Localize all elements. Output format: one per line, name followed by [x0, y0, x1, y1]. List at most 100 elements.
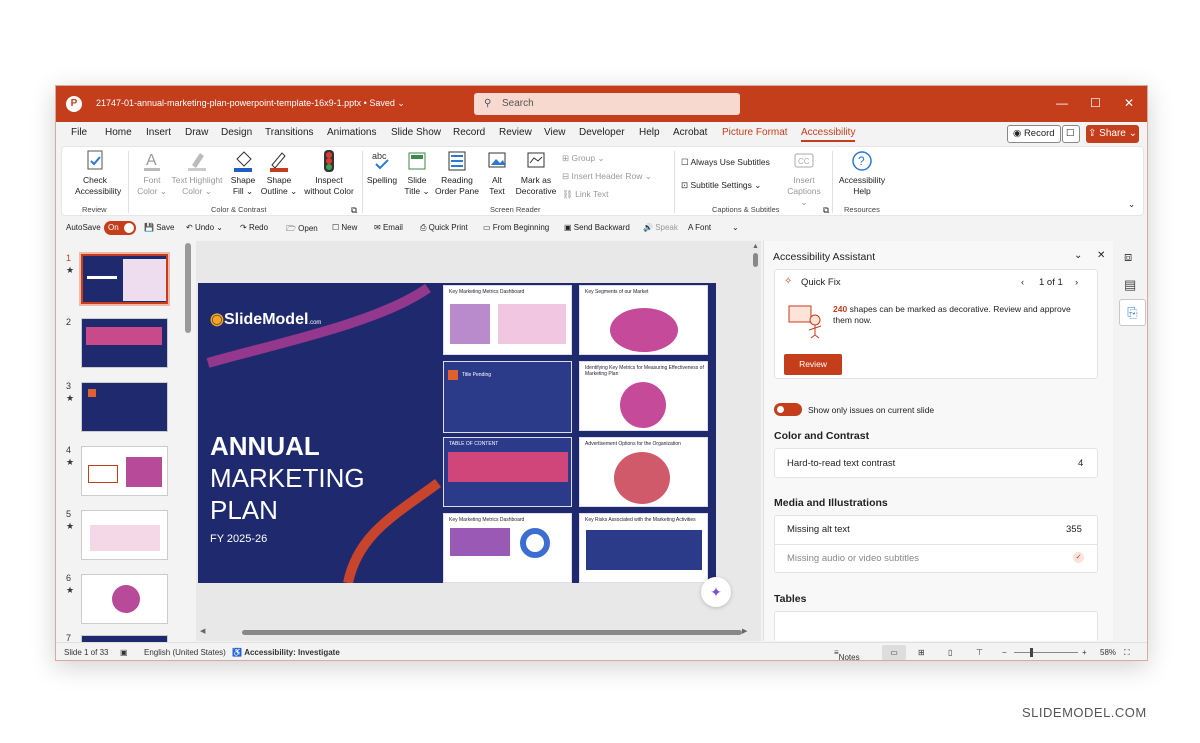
- open-button[interactable]: 🗁 Open: [286, 223, 318, 237]
- tab-file[interactable]: File: [71, 127, 87, 138]
- check-accessibility-button[interactable]: Check Accessibility: [75, 149, 121, 197]
- from-beginning-button[interactable]: ▭ From Beginning: [483, 223, 549, 232]
- slideshow-icon[interactable]: ⊤: [976, 648, 983, 657]
- tab-review[interactable]: Review: [499, 127, 532, 138]
- tab-slide-show[interactable]: Slide Show: [391, 127, 441, 138]
- designer-icon[interactable]: ⧈: [1124, 249, 1132, 265]
- scroll-up-icon[interactable]: ▲: [752, 243, 759, 250]
- tab-animations[interactable]: Animations: [327, 127, 376, 138]
- email-button[interactable]: ✉ Email: [374, 223, 403, 232]
- zoom-slider[interactable]: [1014, 648, 1078, 657]
- spelling-button[interactable]: abc Spelling: [364, 149, 400, 186]
- reading-view-icon[interactable]: ▯: [948, 648, 952, 657]
- slide[interactable]: ◉SlideModel.com ANNUAL MARKETING PLAN FY…: [198, 283, 716, 583]
- tab-home[interactable]: Home: [105, 127, 132, 138]
- insert-header-row-button[interactable]: ⊟ Insert Header Row ⌄: [562, 171, 652, 182]
- new-button[interactable]: ☐ New: [332, 223, 357, 232]
- mini-slide[interactable]: Key Marketing Metrics Dashboard: [443, 285, 572, 355]
- accessibility-status-button[interactable]: ♿ Accessibility: Investigate: [232, 648, 340, 657]
- mini-slide[interactable]: Key Segments of our Market: [579, 285, 708, 355]
- slide-thumbnail-1[interactable]: [79, 252, 170, 306]
- contrast-issue-row[interactable]: Hard-to-read text contrast 4: [774, 448, 1098, 478]
- mark-as-decorative-button[interactable]: Mark as Decorative: [513, 149, 559, 197]
- zoom-out-icon[interactable]: −: [1002, 648, 1007, 657]
- normal-view-icon[interactable]: ▭: [882, 645, 906, 660]
- close-window-icon[interactable]: ✕: [1124, 96, 1134, 110]
- mini-slide[interactable]: Key Marketing Metrics Dashboard: [443, 513, 572, 583]
- tab-picture-format[interactable]: Picture Format: [722, 127, 788, 138]
- scroll-left-icon[interactable]: ◀: [200, 627, 205, 635]
- missing-alt-text-row[interactable]: Missing alt text 355: [775, 516, 1097, 545]
- reading-order-pane-button[interactable]: Reading Order Pane: [434, 149, 480, 197]
- language-label[interactable]: English (United States): [144, 648, 226, 657]
- scroll-right-icon[interactable]: ▶: [742, 627, 747, 635]
- copilot-icon[interactable]: ✦: [701, 577, 731, 607]
- slide-title-button[interactable]: Slide Title ⌄: [400, 149, 434, 197]
- thumbnails-scrollbar[interactable]: [185, 243, 191, 333]
- pager-prev-icon[interactable]: ‹: [1021, 277, 1024, 288]
- tab-accessibility[interactable]: Accessibility: [801, 127, 856, 142]
- mini-slide[interactable]: TABLE OF CONTENT: [443, 437, 572, 507]
- notes-panel-icon[interactable]: ▤: [1124, 277, 1136, 293]
- minimize-icon[interactable]: —: [1056, 96, 1068, 110]
- pane-close-icon[interactable]: ✕: [1097, 250, 1105, 261]
- undo-button[interactable]: ↶ Undo ⌄: [186, 223, 223, 232]
- dialog-launcher-icon[interactable]: ⧉: [823, 205, 829, 216]
- slide-thumbnail-6[interactable]: [81, 574, 168, 624]
- pane-options-chevron-icon[interactable]: ⌄: [1074, 250, 1082, 261]
- zoom-level[interactable]: 58%: [1100, 648, 1116, 657]
- file-title[interactable]: 21747-01-annual-marketing-plan-powerpoin…: [96, 98, 405, 109]
- canvas-horizontal-scrollbar[interactable]: [242, 630, 742, 635]
- tab-insert[interactable]: Insert: [146, 127, 171, 138]
- inspect-without-color-button[interactable]: Inspect without Color: [300, 149, 358, 197]
- shape-outline-button[interactable]: Shape Outline ⌄: [260, 149, 298, 197]
- tab-design[interactable]: Design: [221, 127, 252, 138]
- speak-button[interactable]: 🔊 Speak: [643, 223, 678, 232]
- zoom-in-icon[interactable]: +: [1082, 648, 1087, 657]
- tab-developer[interactable]: Developer: [579, 127, 625, 138]
- spellcheck-icon[interactable]: ▣: [120, 648, 128, 657]
- shape-fill-button[interactable]: Shape Fill ⌄: [226, 149, 260, 197]
- save-button[interactable]: 💾 Save: [144, 223, 174, 232]
- tab-draw[interactable]: Draw: [185, 127, 208, 138]
- comments-icon[interactable]: ☐: [1062, 125, 1080, 143]
- tables-issue-row[interactable]: [774, 611, 1098, 641]
- review-button[interactable]: Review: [784, 354, 842, 375]
- autosave-toggle[interactable]: On: [104, 221, 136, 235]
- redo-button[interactable]: ↷ Redo: [240, 223, 268, 232]
- mini-slide-selected[interactable]: Title Pending: [443, 361, 572, 433]
- dialog-launcher-icon[interactable]: ⧉: [351, 205, 357, 216]
- quick-print-button[interactable]: ⎙ Quick Print: [420, 223, 468, 233]
- font-button[interactable]: A Font: [688, 223, 711, 232]
- zoom-slider-thumb[interactable]: [1030, 648, 1033, 657]
- link-text-button[interactable]: ⛓ Link Text: [562, 189, 609, 200]
- slide-thumbnail-3[interactable]: [81, 382, 168, 432]
- accessibility-help-button[interactable]: ? Accessibility Help: [836, 149, 888, 197]
- alt-text-button[interactable]: Alt Text: [482, 149, 512, 197]
- tab-transitions[interactable]: Transitions: [265, 127, 314, 138]
- show-only-toggle[interactable]: [774, 403, 802, 416]
- slide-thumbnail-2[interactable]: [81, 318, 168, 368]
- mini-slide[interactable]: Advertisement Options for the Organizati…: [579, 437, 708, 507]
- pager-next-icon[interactable]: ›: [1075, 277, 1078, 288]
- slide-sorter-icon[interactable]: ⊞: [918, 648, 925, 657]
- fit-to-window-icon[interactable]: ⛶: [1124, 648, 1130, 658]
- tab-help[interactable]: Help: [639, 127, 660, 138]
- always-use-subtitles-checkbox[interactable]: ☐ Always Use Subtitles: [681, 157, 770, 168]
- tab-acrobat[interactable]: Acrobat: [673, 127, 707, 138]
- search-box[interactable]: ⚲ Search: [474, 93, 740, 115]
- notes-button[interactable]: ≡ Notes: [834, 648, 860, 660]
- font-color-button[interactable]: A Font Color ⌄: [132, 149, 172, 197]
- mini-slide[interactable]: Identifying Key Metrics for Measuring Ef…: [579, 361, 708, 431]
- slide-thumbnail-5[interactable]: [81, 510, 168, 560]
- send-backward-button[interactable]: ▣ Send Backward: [564, 223, 630, 232]
- mini-slide[interactable]: Key Risks Associated with the Marketing …: [579, 513, 708, 583]
- text-highlight-button[interactable]: Text Highlight Color ⌄: [168, 149, 226, 197]
- maximize-icon[interactable]: ☐: [1090, 96, 1101, 110]
- tab-record[interactable]: Record: [453, 127, 485, 138]
- customize-qat-icon[interactable]: ⌄: [732, 223, 739, 232]
- share-button[interactable]: ⇪ Share ⌄: [1086, 125, 1139, 143]
- collapse-ribbon-icon[interactable]: ⌄: [1128, 199, 1135, 210]
- accessibility-pane-icon[interactable]: ⎘: [1119, 299, 1146, 326]
- record-button[interactable]: ◉ Record: [1007, 125, 1061, 143]
